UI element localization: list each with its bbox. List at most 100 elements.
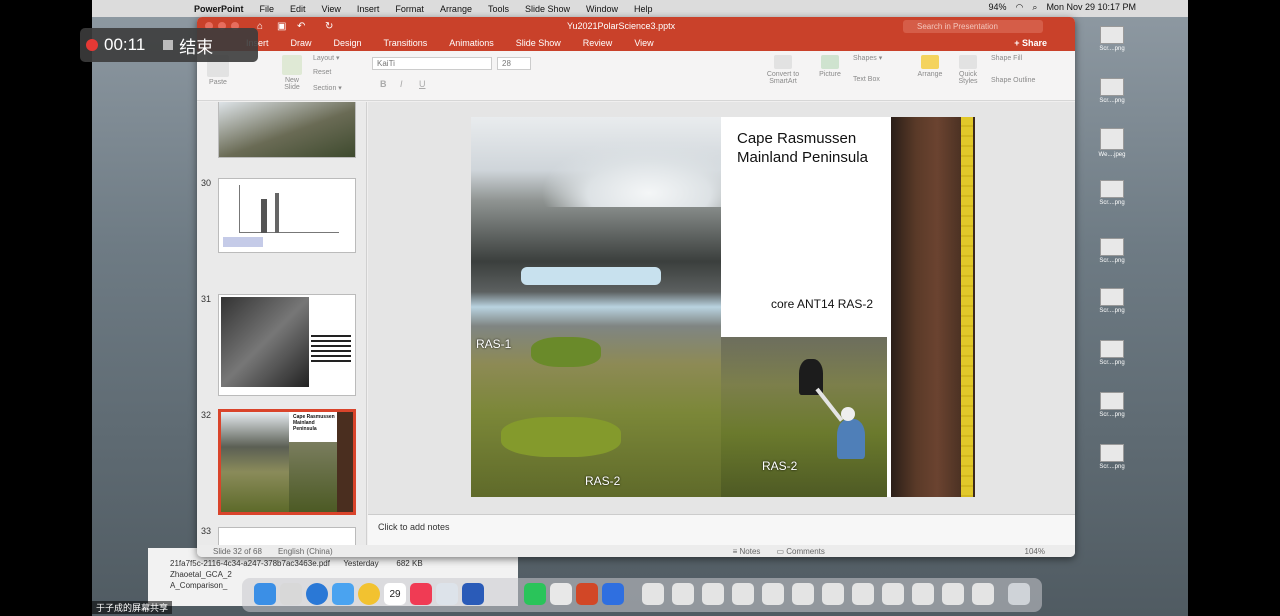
share-button[interactable]: + Share [1014,38,1047,48]
tab-slideshow[interactable]: Slide Show [516,38,561,48]
calendar-icon[interactable]: 29 [384,583,406,605]
bold-button[interactable]: B [380,79,387,89]
underline-button[interactable]: U [419,79,426,89]
slide-thumbnail-selected[interactable]: Cape Rasmussen Mainland Peninsula [218,409,356,515]
slide-thumbnails: 30 31 32 Cape Rasmussen Mainland Peninsu… [197,102,367,545]
tab-design[interactable]: Design [334,38,362,48]
window-thumbnail[interactable] [792,583,814,605]
word-icon[interactable] [462,583,484,605]
convert-smartart-button[interactable]: Convert to SmartArt [761,55,805,85]
home-icon[interactable]: ⌂ [257,21,263,32]
slack-icon[interactable] [550,583,572,605]
tab-review[interactable]: Review [583,38,613,48]
wifi-icon[interactable]: ◠ [1016,2,1024,13]
tab-draw[interactable]: Draw [291,38,312,48]
save-icon[interactable]: ▣ [277,21,286,32]
window-thumbnail[interactable] [672,583,694,605]
desktop-file[interactable]: Scr....png [1092,444,1132,470]
text-box-button[interactable]: Text Box [853,76,903,83]
menu-view[interactable]: View [322,4,341,14]
clock[interactable]: Mon Nov 29 10:17 PM [1046,2,1136,13]
font-name-select[interactable]: KaiTi [372,57,492,70]
section-button[interactable]: Section ▾ [313,84,361,92]
desktop-file[interactable]: Scr....png [1092,340,1132,366]
window-thumbnail[interactable] [942,583,964,605]
new-slide-button[interactable]: New Slide [277,55,307,91]
window-thumbnail[interactable] [642,583,664,605]
layout-button[interactable]: Layout ▾ [313,54,361,62]
font-size-select[interactable]: 28 [497,57,531,70]
redo-icon[interactable]: ↻ [325,21,333,32]
powerpoint-icon[interactable] [576,583,598,605]
window-thumbnail[interactable] [882,583,904,605]
language[interactable]: English (China) [278,547,333,556]
shapes-button[interactable]: Shapes ▾ [853,54,903,62]
desktop-file[interactable]: Scr....png [1092,180,1132,206]
window-thumbnail[interactable] [912,583,934,605]
menu-slideshow[interactable]: Slide Show [525,4,570,14]
search-icon[interactable]: ⌕ [1032,2,1037,13]
shape-fill-button[interactable]: Shape Fill [991,55,1061,62]
reset-button[interactable]: Reset [313,69,361,76]
desktop-file[interactable]: Scr....png [1092,26,1132,52]
finder-row[interactable]: 21fa7f5c-2116-4c34-a247-378b7ac3463e.pdf… [148,558,518,569]
battery-status[interactable]: 94% [989,2,1007,13]
menu-file[interactable]: File [260,4,275,14]
menu-app[interactable]: PowerPoint [194,4,244,14]
zoom-level[interactable]: 104% [1025,547,1045,556]
arrange-button[interactable]: Arrange [913,55,947,78]
sediment-core-photo [891,117,975,497]
picture-button[interactable]: Picture [813,55,847,78]
tab-view[interactable]: View [634,38,653,48]
slide-thumbnail[interactable] [218,102,356,158]
menu-edit[interactable]: Edit [290,4,306,14]
shape-outline-button[interactable]: Shape Outline [991,77,1061,84]
menu-insert[interactable]: Insert [357,4,380,14]
window-thumbnail[interactable] [762,583,784,605]
desktop-file[interactable]: Scr....png [1092,392,1132,418]
music-icon[interactable] [410,583,432,605]
title-box[interactable]: Cape Rasmussen Mainland Peninsula core A… [721,117,891,335]
slide-thumbnail[interactable] [218,294,356,396]
preview-icon[interactable] [436,583,458,605]
window-thumbnail[interactable] [732,583,754,605]
undo-icon[interactable]: ↶ [297,21,305,32]
desktop-file[interactable]: We....jpeg [1092,128,1132,158]
safari-icon[interactable] [306,583,328,605]
quick-styles-button[interactable]: Quick Styles [951,55,985,85]
mail-icon[interactable] [332,583,354,605]
voov-icon[interactable] [602,583,624,605]
menu-tools[interactable]: Tools [488,4,509,14]
slide-thumbnail[interactable] [218,527,356,545]
tab-animations[interactable]: Animations [449,38,494,48]
menu-format[interactable]: Format [395,4,424,14]
photos-icon[interactable] [358,583,380,605]
current-slide[interactable]: RAS-1 RAS-2 Cape Rasmussen Mainland Peni… [471,117,975,497]
window-thumbnail[interactable] [822,583,844,605]
finder-icon[interactable] [254,583,276,605]
menu-window[interactable]: Window [586,4,618,14]
notes-button[interactable]: ≡ Notes [733,547,761,556]
end-recording-button[interactable]: 结束 [179,33,213,58]
menu-help[interactable]: Help [634,4,653,14]
label-ras1: RAS-1 [476,337,512,351]
notes-pane[interactable]: Click to add notes [368,514,1075,545]
italic-button[interactable]: I [400,79,403,89]
window-thumbnail[interactable] [702,583,724,605]
comments-button[interactable]: ▭ Comments [776,547,824,556]
menu-arrange[interactable]: Arrange [440,4,472,14]
core-label: core ANT14 RAS-2 [771,297,874,311]
wechat-icon[interactable] [524,583,546,605]
stop-icon[interactable] [163,40,174,50]
tab-transitions[interactable]: Transitions [384,38,428,48]
desktop-file[interactable]: Scr....png [1092,288,1132,314]
trash-icon[interactable] [1008,583,1030,605]
window-thumbnail[interactable] [852,583,874,605]
desktop-file[interactable]: Scr....png [1092,78,1132,104]
slide-number: 32 [201,410,212,420]
desktop-file[interactable]: Scr....png [1092,238,1132,264]
launchpad-icon[interactable] [280,583,302,605]
search-input[interactable]: Search in Presentation [903,20,1043,33]
window-thumbnail[interactable] [972,583,994,605]
slide-thumbnail[interactable] [218,178,356,253]
